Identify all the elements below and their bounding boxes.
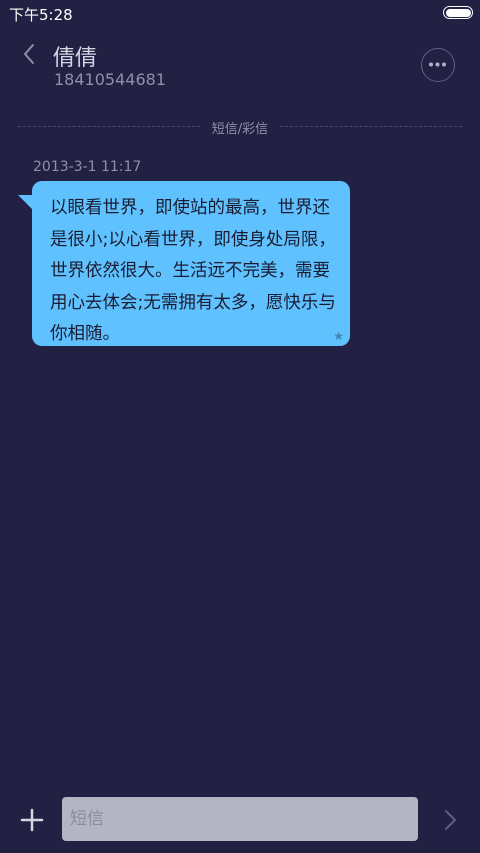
message-type-divider: 短信/彩信 bbox=[18, 122, 462, 137]
message-bubble[interactable]: 以眼看世界，即使站的最高，世界还是很小;以心看世界，即使身处局限，世界依然很大。… bbox=[18, 181, 350, 346]
battery-icon bbox=[443, 6, 473, 19]
contact-number: 18410544681 bbox=[54, 70, 166, 89]
divider-label: 短信/彩信 bbox=[211, 122, 269, 137]
chevron-left-icon bbox=[24, 44, 34, 64]
status-bar: 下午5:28 bbox=[0, 0, 480, 26]
bubble-tail bbox=[18, 195, 32, 209]
message-text: 以眼看世界，即使站的最高，世界还是很小;以心看世界，即使身处局限，世界依然很大。… bbox=[50, 198, 336, 344]
more-horizontal-icon bbox=[429, 62, 446, 67]
add-attachment-button[interactable] bbox=[19, 807, 45, 833]
battery-level bbox=[445, 8, 471, 17]
divider-line bbox=[18, 126, 200, 127]
plus-icon bbox=[20, 808, 44, 832]
contact-name: 倩倩 bbox=[53, 46, 98, 71]
star-icon: ★ bbox=[333, 329, 344, 343]
message-input[interactable] bbox=[62, 797, 418, 841]
composer bbox=[0, 797, 480, 843]
conversation-header: 倩倩 18410544681 bbox=[0, 26, 480, 110]
divider-line bbox=[280, 126, 462, 127]
message-timestamp: 2013-3-1 11:17 bbox=[33, 159, 142, 175]
status-time: 下午5:28 bbox=[9, 6, 73, 24]
more-options-button[interactable] bbox=[421, 48, 455, 82]
send-button[interactable] bbox=[440, 808, 460, 832]
back-button[interactable] bbox=[18, 40, 42, 68]
chevron-right-icon bbox=[445, 810, 456, 830]
